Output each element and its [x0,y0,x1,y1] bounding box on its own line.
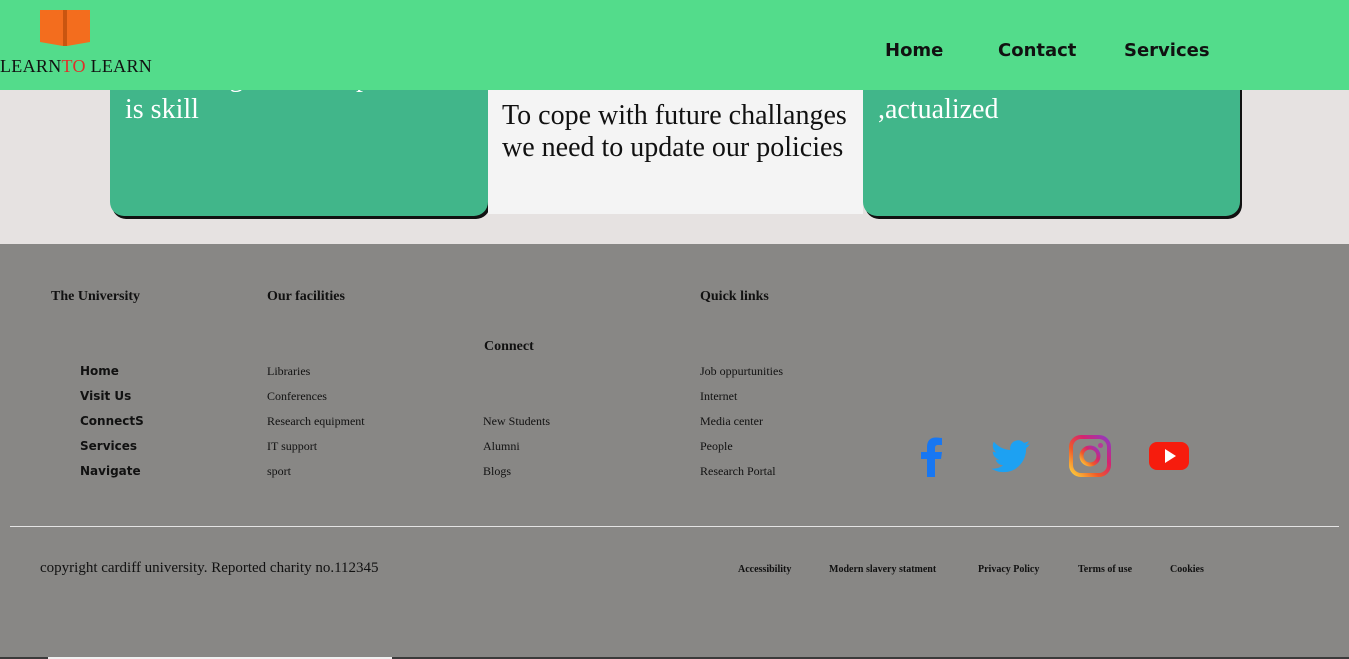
legal-link-cookies[interactable]: Cookies [1170,564,1204,575]
legal-link-terms-of-use[interactable]: Terms of use [1078,564,1132,575]
footer-link-navigate[interactable]: Navigate [80,464,141,478]
facebook-icon[interactable] [911,435,953,477]
twitter-icon[interactable] [990,435,1032,477]
footer-link-libraries[interactable]: Libraries [267,364,310,379]
footer-link-conferences[interactable]: Conferences [267,389,327,404]
footer-link-alumni[interactable]: Alumni [483,439,520,454]
youtube-icon[interactable] [1148,435,1190,477]
footer-link-research-portal[interactable]: Research Portal [700,464,776,479]
footer-link-new-students[interactable]: New Students [483,414,550,429]
copyright-text: copyright cardiff university. Reported c… [40,560,379,576]
footer-link-people[interactable]: People [700,439,733,454]
site-header: LEARNTO LEARN Home Contact Services [0,0,1349,90]
footer-link-media-center[interactable]: Media center [700,414,763,429]
footer-link-blogs[interactable]: Blogs [483,464,511,479]
footer-link-internet[interactable]: Internet [700,389,737,404]
footer-link-research-equipment[interactable]: Research equipment [267,414,365,429]
footer-heading-facilities: Our facilities [267,289,345,304]
nav-home[interactable]: Home [885,40,943,61]
footer-link-services[interactable]: Services [80,439,137,453]
legal-link-modern-slavery[interactable]: Modern slavery statment [829,564,936,575]
logo-text-learn: LEARN [0,56,62,76]
instagram-icon[interactable] [1069,435,1111,477]
info-card-2-text: To cope with future challanges we need t… [502,100,847,163]
logo-text-learn-2: LEARN [85,56,153,76]
footer-heading-university: The University [51,289,141,304]
footer-divider [10,526,1339,527]
footer-link-visit-us[interactable]: Visit Us [80,389,131,403]
nav-services[interactable]: Services [1124,40,1210,61]
legal-link-privacy-policy[interactable]: Privacy Policy [978,564,1039,575]
footer-link-it-support[interactable]: IT support [267,439,317,454]
logo-text-to: TO [61,56,86,76]
footer-link-home[interactable]: Home [80,364,119,378]
open-book-icon [40,10,90,46]
site-logo-text[interactable]: LEARNTO LEARN [0,56,152,77]
footer-heading-connect: Connect [484,339,534,354]
footer-link-job-opportunities[interactable]: Job oppurtunities [700,364,783,379]
footer-heading-quick-links: Quick links [700,289,769,304]
footer-link-connects[interactable]: ConnectS [80,414,144,428]
legal-link-accessibility[interactable]: Accessibility [738,564,791,575]
nav-contact[interactable]: Contact [998,40,1076,61]
footer-link-sport[interactable]: sport [267,464,291,479]
